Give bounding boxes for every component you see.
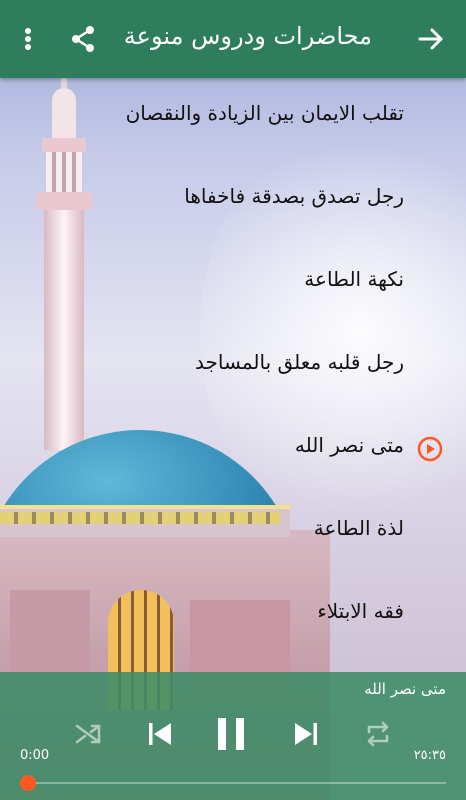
list-item[interactable]: رجل تصدق بصدقة فاخفاها — [0, 161, 466, 244]
list-item-playing[interactable]: متى نصر الله — [0, 410, 466, 493]
list-item[interactable]: لذة الطاعة — [0, 493, 466, 576]
lecture-title: تقلب الايمان بين الزيادة والنقصان — [125, 101, 404, 125]
play-circle-icon — [417, 436, 443, 462]
more-vert-icon[interactable] — [16, 24, 40, 54]
share-icon[interactable] — [68, 24, 98, 54]
list-item[interactable]: رجل قلبه معلق بالمساجد — [0, 327, 466, 410]
lecture-list: تقلب الايمان بين الزيادة والنقصان رجل تص… — [0, 78, 466, 659]
page-title: محاضرات ودروس منوعة — [123, 22, 372, 50]
list-item[interactable]: فقه الابتلاء — [0, 576, 466, 659]
media-player: متى نصر الله 0:00 ٢٥:٣٥ — [0, 672, 466, 800]
lecture-title: نكهة الطاعة — [304, 267, 404, 291]
list-item[interactable]: تقلب الايمان بين الزيادة والنقصان — [0, 78, 466, 161]
pause-icon[interactable] — [212, 712, 252, 756]
lecture-title: رجل قلبه معلق بالمساجد — [195, 350, 404, 374]
total-time: ٢٥:٣٥ — [413, 748, 446, 763]
skip-previous-icon[interactable] — [140, 712, 180, 756]
current-time: 0:00 — [20, 748, 50, 763]
lecture-title: متى نصر الله — [294, 433, 404, 457]
list-item[interactable]: نكهة الطاعة — [0, 244, 466, 327]
app-bar: محاضرات ودروس منوعة — [0, 0, 466, 78]
now-playing-title: متى نصر الله — [364, 680, 446, 698]
skip-next-icon[interactable] — [286, 712, 326, 756]
lecture-title: لذة الطاعة — [313, 516, 404, 540]
repeat-icon[interactable] — [358, 712, 398, 756]
lecture-title: رجل تصدق بصدقة فاخفاها — [184, 184, 404, 208]
shuffle-icon[interactable] — [68, 712, 108, 756]
seek-thumb[interactable] — [20, 775, 36, 791]
seek-bar[interactable] — [28, 782, 446, 784]
arrow-right-icon[interactable] — [416, 24, 446, 54]
lecture-title: فقه الابتلاء — [317, 599, 404, 623]
